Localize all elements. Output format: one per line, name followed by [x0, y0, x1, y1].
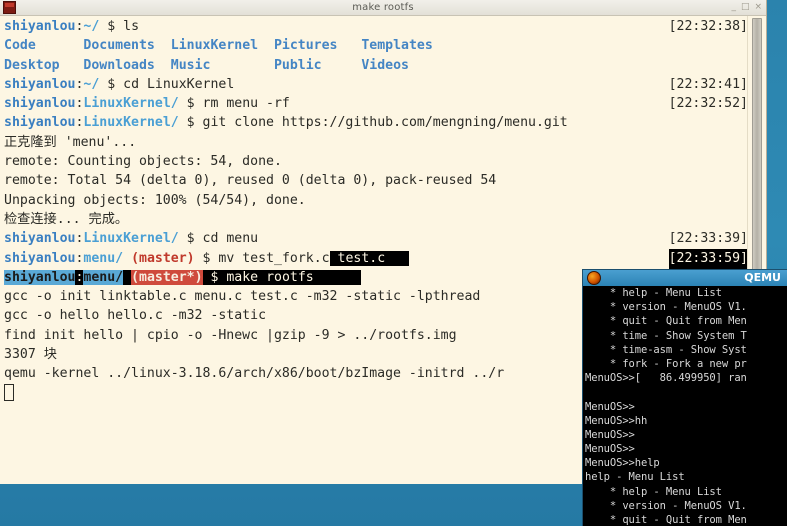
prompt-path: LinuxKernel/: [83, 231, 179, 247]
timestamp: [22:32:52]: [668, 96, 748, 112]
qemu-line: MenuOS>>: [585, 443, 635, 456]
git-branch: (master): [131, 250, 195, 266]
prompt-path: menu/: [83, 250, 124, 266]
prompt-path: ~/: [83, 76, 100, 92]
minimize-icon[interactable]: _: [731, 0, 736, 15]
terminal-icon: [3, 1, 16, 14]
directory-entry: LinuxKernel: [170, 38, 274, 54]
qemu-line: * time-asm - Show Syst: [585, 343, 747, 356]
prompt-path: LinuxKernel/: [83, 115, 179, 131]
directory-entry: Pictures: [273, 38, 362, 54]
qemu-console[interactable]: * help - Menu List * version - MenuOS V1…: [583, 286, 787, 526]
terminal-line: shiyanlou:LinuxKernel/ $ cd menu [22:33:3…: [4, 229, 748, 248]
timestamp: [22:33:59]: [668, 248, 748, 268]
directory-entry: Desktop: [4, 57, 84, 73]
window-controls[interactable]: _ □ ×: [731, 0, 762, 15]
qemu-line: [585, 385, 747, 399]
qemu-window-title: QEMU: [744, 271, 781, 284]
terminal-line: shiyanlou:menu/ (master) $ mv test_fork.…: [4, 248, 748, 268]
window-title: make rootfs: [352, 2, 414, 13]
directory-entry: Public: [273, 57, 362, 73]
prompt-host: shiyanlou: [4, 269, 76, 285]
terminal-cursor: [4, 383, 14, 401]
terminal-line: Code Documents LinuxKernel Pictures Temp…: [4, 36, 748, 55]
qemu-line: * quit - Quit from Men: [585, 315, 747, 328]
output-text: gcc -o hello hello.c -m32 -static: [4, 308, 267, 324]
terminal-line: 检查连接... 完成。: [4, 210, 748, 229]
qemu-window[interactable]: QEMU * help - Menu List * version - Menu…: [583, 270, 787, 526]
terminal-line: shiyanlou:LinuxKernel/ $ git clone https…: [4, 113, 748, 132]
prompt-gap: [123, 251, 131, 266]
qemu-line: MenuOS>>hh: [585, 414, 648, 427]
prompt-host: shiyanlou: [4, 19, 76, 34]
terminal-line: shiyanlou:~/ $ cd LinuxKernel [22:32:41]: [4, 75, 748, 94]
qemu-logo-icon: [587, 271, 601, 285]
terminal-line: remote: Counting objects: 54, done.: [4, 152, 748, 171]
directory-entry: Code: [4, 38, 84, 54]
qemu-line: MenuOS>>: [585, 428, 635, 441]
qemu-line: * time - Show System T: [585, 329, 747, 342]
directory-entry: Downloads: [83, 57, 171, 73]
output-text: find init hello | cpio -o -Hnewc |gzip -…: [4, 327, 457, 343]
terminal-line: shiyanlou:~/ $ ls [22:32:38]: [4, 17, 748, 36]
output-text: 检查连接... 完成。: [4, 211, 129, 227]
output-text: qemu -kernel ../linux-3.18.6/arch/x86/bo…: [4, 366, 505, 382]
output-text: remote: Counting objects: 54, done.: [4, 154, 282, 170]
qemu-line: * version - MenuOS V1.: [585, 301, 747, 314]
timestamp: [22:32:38]: [668, 19, 748, 34]
prompt-command: $ git clone https://github.com/mengning/…: [178, 115, 568, 131]
qemu-console-output: * help - Menu List * version - MenuOS V1…: [585, 286, 747, 526]
output-text: Unpacking objects: 100% (54/54), done.: [4, 192, 306, 208]
qemu-line: MenuOS>>: [585, 400, 635, 413]
close-icon[interactable]: ×: [754, 0, 762, 15]
prompt-command: $ cd menu: [178, 231, 259, 247]
prompt-host: shiyanlou: [4, 250, 76, 266]
terminal-line: remote: Total 54 (delta 0), reused 0 (de…: [4, 171, 748, 190]
prompt-gap: [123, 269, 132, 285]
output-text: 3307 块: [4, 347, 57, 363]
terminal-line: Desktop Downloads Music Public Videos: [4, 56, 748, 75]
qemu-line: MenuOS>>[ 86.499950] ran: [585, 372, 747, 385]
directory-entry: Music: [170, 57, 274, 73]
prompt-host: shiyanlou: [4, 96, 76, 112]
prompt-host: shiyanlou: [4, 76, 76, 92]
directory-entry: Videos: [361, 57, 441, 73]
screen: make rootfs _ □ × shiyanlou:~/ $ ls [22:3…: [0, 0, 787, 526]
qemu-line: * help - Menu List: [585, 287, 722, 299]
prompt-command: $ make rootfs: [202, 269, 362, 285]
selected-text: test.c: [329, 250, 409, 266]
qemu-line: * fork - Fork a new pr: [585, 357, 747, 370]
qemu-line: MenuOS>>help: [585, 457, 660, 470]
qemu-line: * quit - Quit from Men: [585, 514, 747, 526]
timestamp: [22:32:41]: [668, 76, 748, 92]
directory-entry: Templates: [361, 38, 441, 54]
terminal-line: shiyanlou:LinuxKernel/ $ rm menu -rf [22:…: [4, 94, 748, 113]
prompt-path: LinuxKernel/: [83, 96, 179, 112]
timestamp: [22:33:39]: [668, 231, 748, 247]
prompt-command: $ cd LinuxKernel: [99, 76, 235, 92]
git-branch: (master*): [131, 269, 203, 285]
qemu-titlebar[interactable]: QEMU: [583, 270, 787, 286]
prompt-path: menu/: [83, 269, 124, 285]
directory-entry: Documents: [83, 38, 171, 54]
qemu-line: help - Menu List: [585, 471, 685, 484]
prompt-command: $ rm menu -rf: [178, 96, 290, 112]
prompt-command: $ ls: [99, 19, 140, 34]
output-text: remote: Total 54 (delta 0), reused 0 (de…: [4, 173, 497, 189]
output-text: 正克隆到 'menu'...: [4, 134, 137, 150]
prompt-host: shiyanlou: [4, 115, 76, 131]
qemu-line: * help - Menu List: [585, 485, 722, 498]
output-text: gcc -o init linktable.c menu.c test.c -m…: [4, 289, 481, 305]
terminal-titlebar[interactable]: make rootfs _ □ ×: [0, 0, 766, 16]
prompt-host: shiyanlou: [4, 231, 76, 247]
terminal-line: Unpacking objects: 100% (54/54), done.: [4, 191, 748, 210]
terminal-line: 正克隆到 'menu'...: [4, 133, 748, 152]
prompt-command: $ mv test_fork.c: [194, 250, 330, 266]
maximize-icon[interactable]: □: [741, 0, 750, 15]
prompt-path: ~/: [83, 19, 100, 34]
qemu-line: * version - MenuOS V1.: [585, 499, 747, 512]
